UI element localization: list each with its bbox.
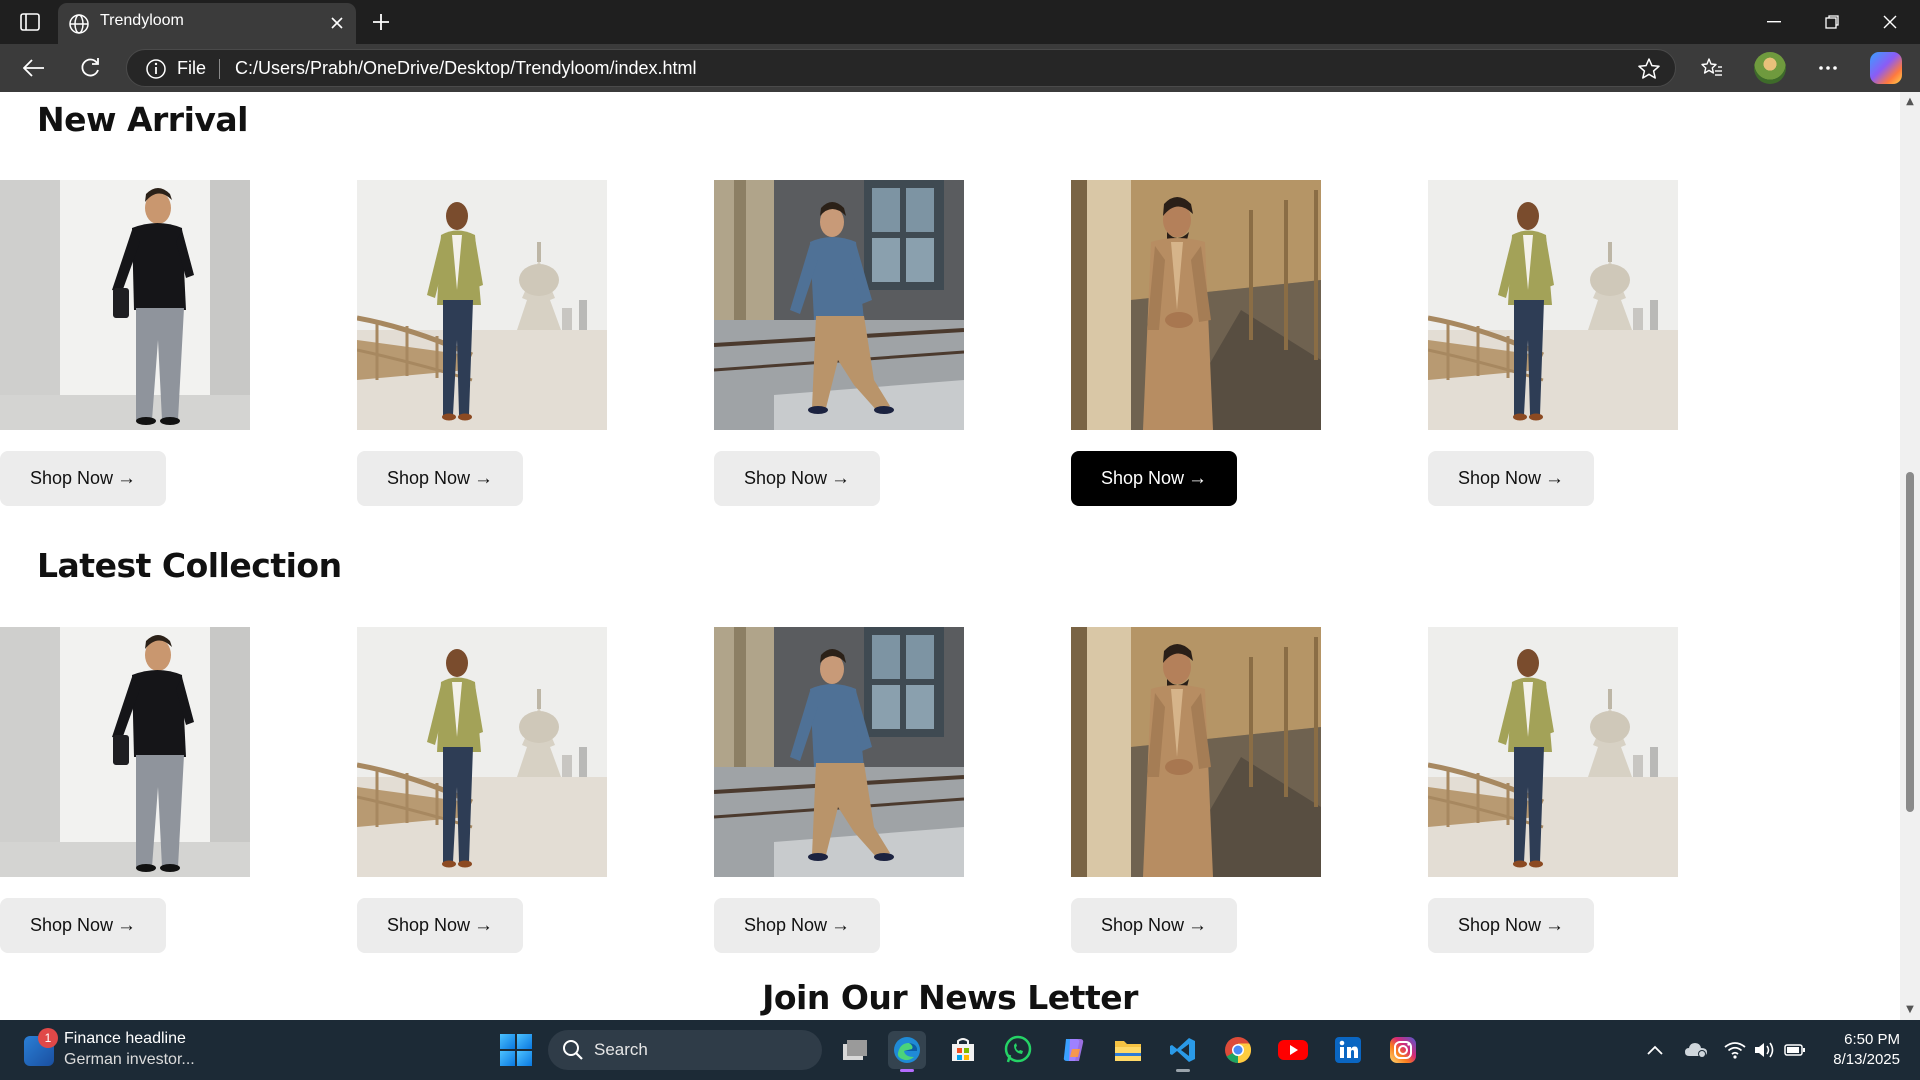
wifi-icon[interactable]: [1722, 1038, 1748, 1062]
tab-title: Trendyloom: [100, 12, 184, 29]
news-headline: Finance headline: [64, 1030, 186, 1047]
search-placeholder: Search: [594, 1040, 648, 1059]
clock-time[interactable]: 6:50 PM: [1820, 1031, 1900, 1048]
whatsapp-icon[interactable]: [999, 1031, 1037, 1069]
volume-icon[interactable]: [1751, 1038, 1777, 1062]
shop-now-button[interactable]: Shop Now →: [1428, 898, 1594, 953]
arrow-right-icon: →: [1188, 914, 1208, 936]
chrome-icon[interactable]: [1219, 1031, 1257, 1069]
globe-icon: [69, 14, 89, 34]
product-image[interactable]: [1071, 627, 1321, 877]
product-image[interactable]: [1071, 180, 1321, 430]
section-title-latest-collection: Latest Collection: [37, 546, 342, 585]
tab-actions-icon[interactable]: [14, 8, 46, 36]
instagram-icon[interactable]: [1384, 1031, 1422, 1069]
scroll-down-icon[interactable]: ▼: [1904, 1004, 1916, 1016]
product-image[interactable]: [0, 627, 250, 877]
file-explorer-icon[interactable]: [1109, 1031, 1147, 1069]
browser-toolbar: File C:/Users/Prabh/OneDrive/Desktop/Tre…: [0, 44, 1920, 92]
microsoft-store-icon[interactable]: [944, 1031, 982, 1069]
windows-start-icon[interactable]: [500, 1034, 532, 1066]
close-tab-icon[interactable]: [326, 12, 348, 34]
onedrive-icon[interactable]: [1683, 1038, 1709, 1062]
edge-icon[interactable]: [888, 1031, 926, 1072]
shop-now-button[interactable]: Shop Now →: [714, 451, 880, 506]
shop-now-button[interactable]: Shop Now →: [1071, 898, 1237, 953]
shop-now-button[interactable]: Shop Now →: [357, 898, 523, 953]
minimize-icon[interactable]: [1746, 4, 1802, 40]
restore-icon[interactable]: [1804, 4, 1860, 40]
shop-now-button[interactable]: Shop Now →: [0, 898, 166, 953]
address-url[interactable]: C:/Users/Prabh/OneDrive/Desktop/Trendylo…: [235, 58, 697, 79]
back-arrow-icon[interactable]: [16, 52, 52, 84]
arrow-right-icon: →: [474, 467, 494, 489]
browser-tab-bar: Trendyloom: [0, 0, 1920, 44]
copilot-icon[interactable]: [1870, 52, 1902, 84]
arrow-right-icon: →: [831, 467, 851, 489]
arrow-right-icon: →: [1188, 467, 1208, 489]
product-image[interactable]: [714, 627, 964, 877]
info-icon[interactable]: [145, 58, 167, 80]
arrow-right-icon: →: [1545, 467, 1565, 489]
arrow-right-icon: →: [1545, 914, 1565, 936]
youtube-icon[interactable]: [1274, 1031, 1312, 1069]
product-image[interactable]: [357, 627, 607, 877]
notification-badge: 1: [38, 1028, 58, 1048]
scrollbar-thumb[interactable]: [1906, 472, 1914, 812]
arrow-right-icon: →: [831, 914, 851, 936]
address-scheme-label: File: [177, 58, 207, 78]
address-divider: [219, 59, 220, 79]
product-image[interactable]: [1428, 180, 1678, 430]
arrow-right-icon: →: [117, 467, 137, 489]
arrow-right-icon: →: [117, 914, 137, 936]
product-image[interactable]: [357, 180, 607, 430]
section-title-new-arrival: New Arrival: [37, 100, 248, 139]
shop-now-button[interactable]: Shop Now →: [0, 451, 166, 506]
linkedin-icon[interactable]: [1329, 1031, 1367, 1069]
active-app-indicator: [900, 1069, 914, 1072]
newsletter-title: Join Our News Letter: [762, 978, 1138, 1017]
page-content: New Arrival Shop Now → Shop Now → Shop Now…: [0, 92, 1900, 1020]
refresh-icon[interactable]: [72, 52, 108, 84]
clock-date[interactable]: 8/13/2025: [1800, 1051, 1900, 1068]
shop-now-button[interactable]: Shop Now →: [714, 898, 880, 953]
chevron-up-icon[interactable]: [1642, 1038, 1668, 1062]
close-window-icon[interactable]: [1862, 4, 1918, 40]
news-subtitle: German investor...: [64, 1051, 195, 1068]
product-image[interactable]: [0, 180, 250, 430]
address-bar[interactable]: File C:/Users/Prabh/OneDrive/Desktop/Tre…: [126, 49, 1676, 87]
scroll-up-icon[interactable]: ▲: [1904, 96, 1916, 108]
favorite-star-icon[interactable]: [1637, 57, 1661, 81]
shop-now-button[interactable]: Shop Now →: [1428, 451, 1594, 506]
profile-avatar[interactable]: [1754, 52, 1786, 84]
browser-tab-active[interactable]: Trendyloom: [58, 3, 356, 44]
new-tab-button[interactable]: [366, 8, 396, 36]
taskbar-search[interactable]: Search: [548, 1030, 822, 1070]
copilot-app-icon[interactable]: [1054, 1031, 1092, 1069]
search-icon: [563, 1040, 583, 1060]
product-image[interactable]: [1428, 627, 1678, 877]
product-image[interactable]: [714, 180, 964, 430]
shop-now-button[interactable]: Shop Now →: [357, 451, 523, 506]
shop-now-button[interactable]: Shop Now →: [1071, 451, 1237, 506]
task-view-icon[interactable]: [836, 1031, 874, 1069]
favorites-icon[interactable]: [1694, 52, 1730, 84]
running-app-indicator: [1176, 1069, 1190, 1072]
vs-code-icon[interactable]: [1164, 1031, 1202, 1072]
more-options-icon[interactable]: [1810, 52, 1846, 84]
page-scrollbar[interactable]: ▲ ▼: [1900, 92, 1920, 1020]
arrow-right-icon: →: [474, 914, 494, 936]
windows-taskbar: 1 Finance headline German investor... Se…: [0, 1020, 1920, 1080]
